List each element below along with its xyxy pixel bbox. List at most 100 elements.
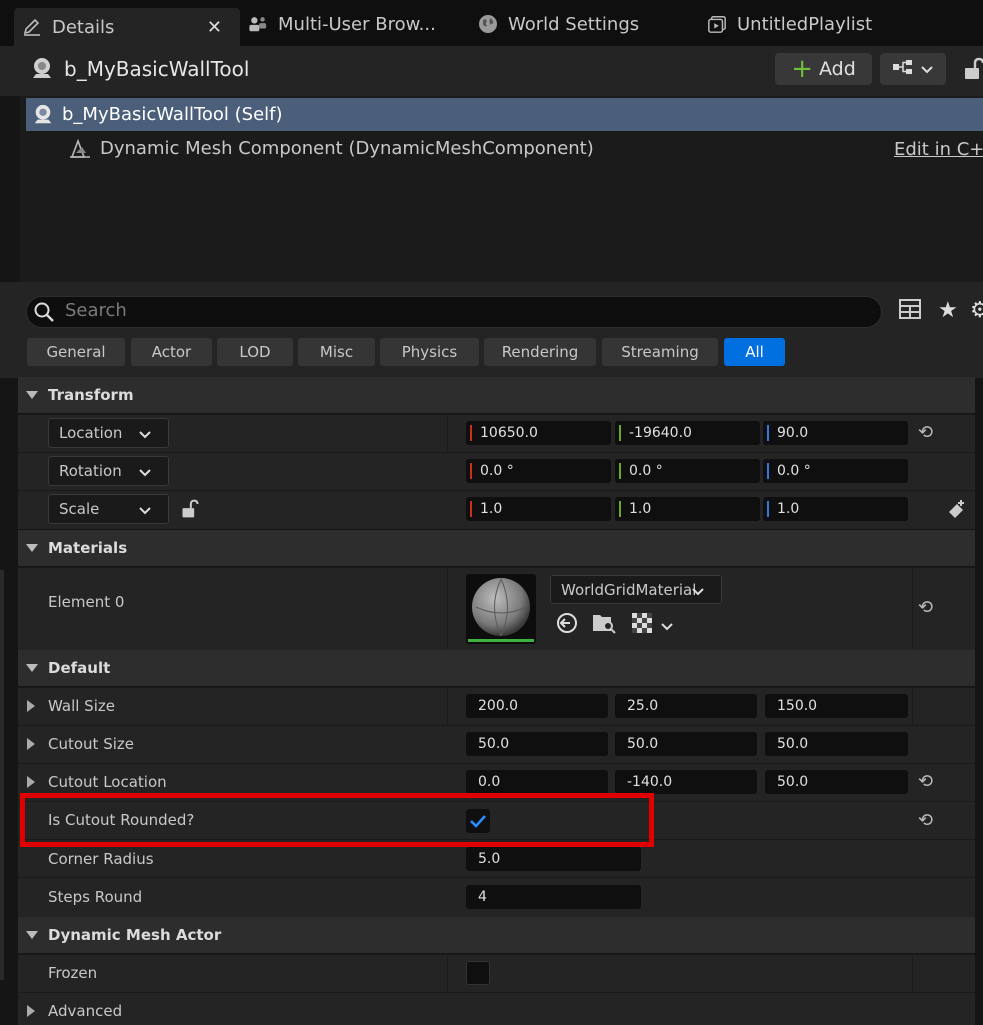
star-icon[interactable]: ★ [938,298,958,323]
plus-icon: + [791,54,813,84]
add-component-button[interactable]: + Add [775,53,872,85]
cutout-location-x-field[interactable]: 0.0 [466,770,608,794]
x-axis-marker [470,425,472,441]
chevron-down-icon[interactable] [660,617,674,636]
chevron-down-icon [691,583,705,601]
scale-x-field[interactable]: 1.0 [466,497,611,521]
rotation-z-field[interactable]: 0.0 ° [763,459,908,483]
section-dynamic-mesh-actor[interactable]: Dynamic Mesh Actor [18,917,975,953]
lock-icon[interactable] [962,57,983,85]
filter-actor[interactable]: Actor [131,338,212,366]
x-axis-marker [470,463,472,479]
pencil-icon [22,17,42,37]
scale-z-field[interactable]: 1.0 [763,497,908,521]
filter-general[interactable]: General [27,338,125,366]
close-icon[interactable]: ✕ [207,17,222,38]
add-button-label: Add [819,58,856,80]
use-selected-asset-icon[interactable] [556,612,578,638]
location-x-field[interactable]: 10650.0 [466,421,611,445]
wall-size-z-field[interactable]: 150.0 [765,694,908,718]
rotation-mode-dropdown[interactable]: Rotation [48,456,169,486]
filter-misc[interactable]: Misc [298,338,375,366]
advanced-label[interactable]: Advanced [48,1002,122,1020]
table-view-icon[interactable] [899,299,921,323]
reset-to-default-icon[interactable]: ⟲ [918,810,933,831]
browse-asset-icon[interactable] [591,611,617,639]
checkerboard-icon[interactable] [632,613,652,637]
filter-lod[interactable]: LOD [217,338,293,366]
value-text: -19640.0 [629,425,692,441]
cutout-size-y-field[interactable]: 50.0 [615,732,757,756]
search-input[interactable]: Search [26,296,882,328]
users-icon [248,14,268,34]
tab-label: Details [52,16,115,38]
wall-size-x-field[interactable]: 200.0 [466,694,608,718]
steps-round-field[interactable]: 4 [466,885,641,909]
section-default[interactable]: Default [18,650,975,686]
cutout-size-x-field[interactable]: 50.0 [466,732,608,756]
location-y-field[interactable]: -19640.0 [615,421,760,445]
section-title: Dynamic Mesh Actor [48,926,222,944]
filter-all[interactable]: All [724,338,785,366]
rotation-y-field[interactable]: 0.0 ° [615,459,760,483]
expand-arrow-icon[interactable] [27,738,35,750]
location-z-field[interactable]: 90.0 [763,421,908,445]
scale-y-field[interactable]: 1.0 [615,497,760,521]
hierarchy-icon [892,58,914,80]
reset-to-default-icon[interactable]: ⟲ [918,771,933,792]
collapse-arrow-icon [26,391,38,399]
scale-mode-dropdown[interactable]: Scale [48,494,169,524]
expand-arrow-icon[interactable] [27,700,35,712]
collapse-arrow-icon [26,931,38,939]
unlock-icon[interactable] [180,499,200,523]
chevron-down-icon [138,426,152,444]
collapse-arrow-icon [26,544,38,552]
wall-size-y-field[interactable]: 25.0 [615,694,757,718]
gear-icon[interactable]: ⚙ [970,298,983,323]
component-dynamic-mesh-row[interactable]: Dynamic Mesh Component (DynamicMeshCompo… [68,137,594,159]
chevron-down-icon [138,464,152,482]
property-row-advanced [18,992,975,1025]
tab-multi-user-browser[interactable]: Multi-User Brow... [248,8,436,40]
tab-world-settings[interactable]: World Settings [478,8,639,40]
component-self-row[interactable]: b_MyBasicWallTool (Self) [26,98,983,131]
actor-title: b_MyBasicWallTool [64,57,250,81]
y-axis-marker [619,425,621,441]
add-scale-icon[interactable] [946,498,968,524]
collapse-arrow-icon [26,664,38,672]
material-picker-dropdown[interactable]: WorldGridMaterial [550,575,722,604]
tab-label: UntitledPlaylist [737,13,873,35]
edit-in-cpp-link[interactable]: Edit in C++ [894,139,983,160]
material-thumbnail[interactable] [466,574,536,644]
playlist-icon [707,14,727,34]
section-materials[interactable]: Materials [18,530,975,566]
wall-size-label: Wall Size [48,697,115,715]
section-transform[interactable]: Transform [18,377,975,413]
filter-streaming[interactable]: Streaming [602,338,718,366]
section-title: Materials [48,539,128,557]
expand-arrow-icon[interactable] [27,776,35,788]
reset-to-default-icon[interactable]: ⟲ [918,422,933,443]
cutout-location-z-field[interactable]: 50.0 [765,770,908,794]
value-text: 1.0 [777,501,800,517]
value-text: 1.0 [629,501,652,517]
blueprint-options-button[interactable] [880,53,946,85]
component-child-label: Dynamic Mesh Component (DynamicMeshCompo… [100,137,594,159]
expand-arrow-icon[interactable] [27,1005,35,1017]
cutout-location-y-field[interactable]: -140.0 [615,770,757,794]
corner-radius-field[interactable]: 5.0 [466,847,641,871]
rotation-x-field[interactable]: 0.0 ° [466,459,611,483]
location-mode-dropdown[interactable]: Location [48,418,169,448]
reset-to-default-icon[interactable]: ⟲ [918,597,933,618]
tab-details[interactable]: Details ✕ [14,8,240,46]
cutout-size-z-field[interactable]: 50.0 [765,732,908,756]
value-text: 1.0 [480,501,503,517]
element-0-label: Element 0 [48,593,125,611]
frozen-checkbox[interactable] [466,961,490,985]
tab-untitled-playlist[interactable]: UntitledPlaylist [707,8,872,40]
filter-physics[interactable]: Physics [380,338,479,366]
column-divider [447,954,448,992]
panel-splitter[interactable] [0,570,4,980]
y-axis-marker [619,501,621,517]
filter-rendering[interactable]: Rendering [484,338,596,366]
